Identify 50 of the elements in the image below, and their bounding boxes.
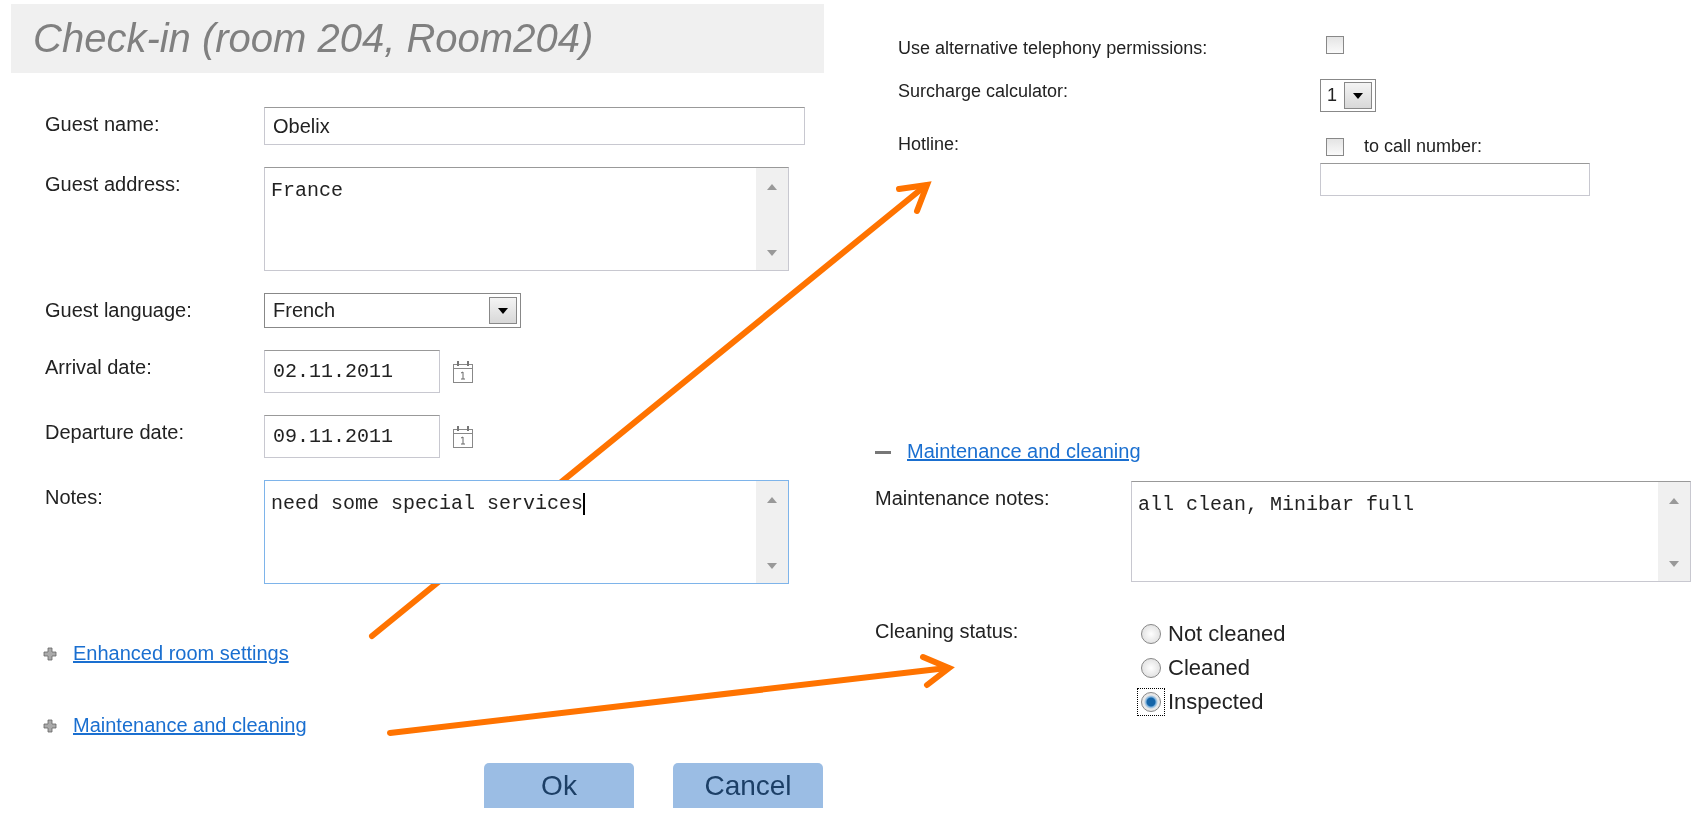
radio-label[interactable]: Inspected xyxy=(1168,689,1264,715)
field-label: Guest language: xyxy=(45,298,193,323)
field-label: Surcharge calculator: xyxy=(898,80,1070,103)
scroll-up-icon[interactable] xyxy=(767,497,777,503)
section-link[interactable]: Enhanced room settings xyxy=(73,642,289,665)
scroll-down-icon[interactable] xyxy=(767,250,777,256)
calendar-icon[interactable] xyxy=(452,359,474,384)
date-field[interactable]: 09.11.2011 xyxy=(264,415,440,458)
scroll-up-icon[interactable] xyxy=(767,184,777,190)
textarea-field[interactable]: all clean, Minibar full xyxy=(1131,481,1691,582)
scroll-down-icon[interactable] xyxy=(767,563,777,569)
date-field[interactable]: 02.11.2011 xyxy=(264,350,440,393)
field-label: Maintenance notes: xyxy=(875,486,1051,511)
calendar-icon[interactable] xyxy=(452,424,474,449)
checkbox[interactable] xyxy=(1326,137,1344,156)
scroll-up-icon[interactable] xyxy=(1669,498,1679,504)
plus-icon[interactable] xyxy=(43,718,57,733)
radio-button[interactable] xyxy=(1141,658,1161,678)
plus-icon[interactable] xyxy=(43,646,57,661)
field-label: Arrival date: xyxy=(45,355,153,380)
section-link[interactable]: Maintenance and cleaning xyxy=(907,440,1141,463)
field-label: Cleaning status: xyxy=(875,619,1020,644)
text-field[interactable]: Obelix xyxy=(264,107,805,145)
dialog-button[interactable]: Cancel xyxy=(673,763,823,808)
number-dropdown[interactable]: 1 xyxy=(1320,79,1376,112)
scroll-down-icon[interactable] xyxy=(1669,561,1679,567)
dialog-button[interactable]: Ok xyxy=(484,763,634,808)
scrollbar[interactable] xyxy=(756,481,788,583)
caret-icon[interactable] xyxy=(1353,92,1363,99)
field-label: Departure date: xyxy=(45,420,185,445)
scrollbar[interactable] xyxy=(1658,482,1690,581)
field-label: Notes: xyxy=(45,485,104,510)
radio-button[interactable] xyxy=(1141,624,1161,644)
dialog-title: Check-in (room 204, Room204) xyxy=(33,16,594,61)
caret-icon[interactable] xyxy=(498,307,508,314)
textarea-field[interactable]: France xyxy=(264,167,789,271)
radio-label[interactable]: Not cleaned xyxy=(1168,621,1286,647)
field-label: Use alternative telephony permissions: xyxy=(898,37,1209,59)
radio-label[interactable]: Cleaned xyxy=(1168,655,1250,681)
textarea-field[interactable]: need some special services xyxy=(264,480,789,584)
checkbox[interactable] xyxy=(1326,36,1344,54)
field-label: Guest name: xyxy=(45,112,161,137)
number-field[interactable] xyxy=(1320,163,1590,196)
scrollbar[interactable] xyxy=(756,168,788,270)
language-dropdown[interactable]: French xyxy=(264,293,521,328)
field-label: Guest address: xyxy=(45,172,182,197)
section-link[interactable]: Maintenance and cleaning xyxy=(73,714,307,737)
field-label: Hotline: xyxy=(898,133,961,156)
option-label: to call number: xyxy=(1364,136,1483,157)
radio-button[interactable] xyxy=(1141,692,1161,712)
